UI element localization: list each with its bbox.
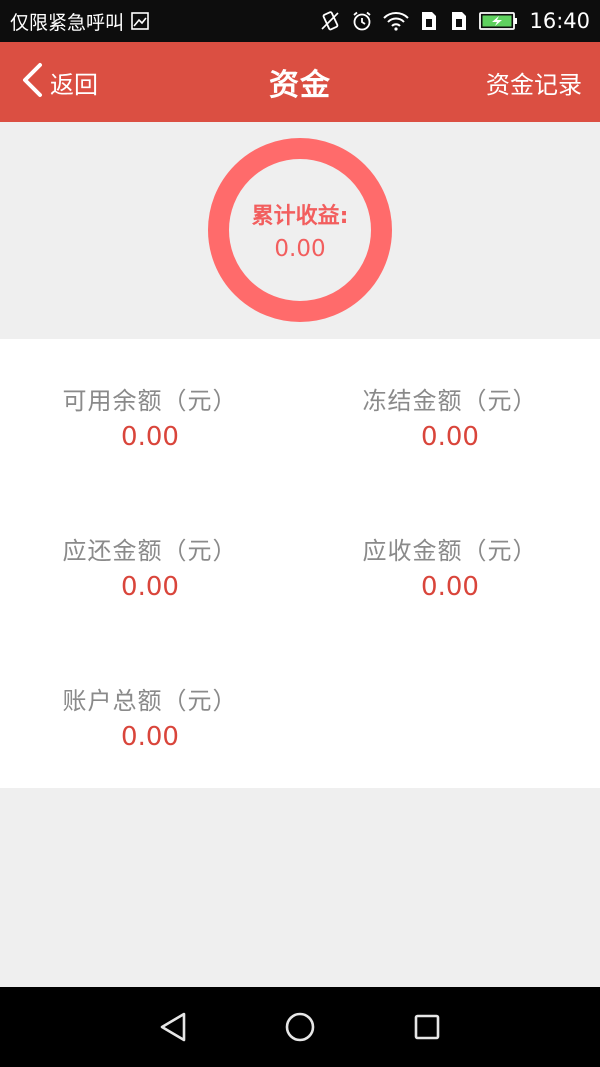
app-header: 返回 资金 资金记录: [0, 42, 600, 122]
wifi-icon: [383, 11, 410, 31]
carrier-text: 仅限紧急呼叫: [10, 11, 125, 34]
earnings-value: 0.00: [274, 236, 326, 262]
back-label: 返回: [50, 70, 98, 99]
nav-back-button[interactable]: [143, 997, 203, 1057]
fund-records-link[interactable]: 资金记录: [486, 42, 582, 122]
balance-panel: 可用余额（元） 0.00 冻结金额（元） 0.00 应还金额（元） 0.00 应…: [0, 339, 600, 788]
earnings-ring: 累计收益: 0.00: [208, 138, 392, 322]
clock: 16:40: [529, 9, 590, 33]
home-circle-icon: [285, 1012, 315, 1042]
balance-item-payable: 应还金额（元） 0.00: [0, 531, 300, 602]
balance-label: 应还金额（元）: [62, 537, 238, 565]
balance-item-total: 账户总额（元） 0.00: [0, 681, 300, 752]
balance-value: 0.00: [121, 572, 179, 602]
nav-home-button[interactable]: [270, 997, 330, 1057]
status-bar: 仅限紧急呼叫 16:40: [0, 0, 600, 42]
page-title: 资金: [269, 68, 331, 103]
balance-value: 0.00: [121, 722, 179, 752]
status-right: 16:40: [319, 9, 590, 33]
funds-screen: 仅限紧急呼叫 16:40 返回 资金 资金记录 累计收益: 0.00 可用余额（…: [0, 0, 600, 1067]
balance-value: 0.00: [421, 422, 479, 452]
nav-recents-button[interactable]: [397, 997, 457, 1057]
balance-value: 0.00: [421, 572, 479, 602]
back-triangle-icon: [161, 1012, 186, 1042]
sim1-icon: [419, 10, 439, 32]
sim2-icon: [449, 10, 469, 32]
status-left: 仅限紧急呼叫: [10, 8, 150, 35]
back-button[interactable]: 返回: [20, 42, 98, 122]
system-nav-bar: [0, 987, 600, 1067]
balance-label: 应收金额（元）: [362, 537, 538, 565]
balance-item-receivable: 应收金额（元） 0.00: [300, 531, 600, 602]
recents-square-icon: [414, 1014, 439, 1040]
balance-value: 0.00: [121, 422, 179, 452]
balance-label: 账户总额（元）: [62, 687, 238, 715]
balance-label: 可用余额（元）: [62, 387, 238, 415]
chevron-left-icon: [20, 62, 44, 102]
balance-item-frozen: 冻结金额（元） 0.00: [300, 381, 600, 452]
battery-charging-icon: [479, 11, 519, 31]
balance-item-available: 可用余额（元） 0.00: [0, 381, 300, 452]
balance-label: 冻结金额（元）: [362, 387, 538, 415]
image-icon: [130, 11, 150, 31]
alarm-icon: [351, 10, 373, 32]
earnings-section: 累计收益: 0.00: [0, 122, 600, 339]
vibrate-icon: [319, 10, 341, 32]
earnings-label: 累计收益:: [251, 204, 349, 229]
